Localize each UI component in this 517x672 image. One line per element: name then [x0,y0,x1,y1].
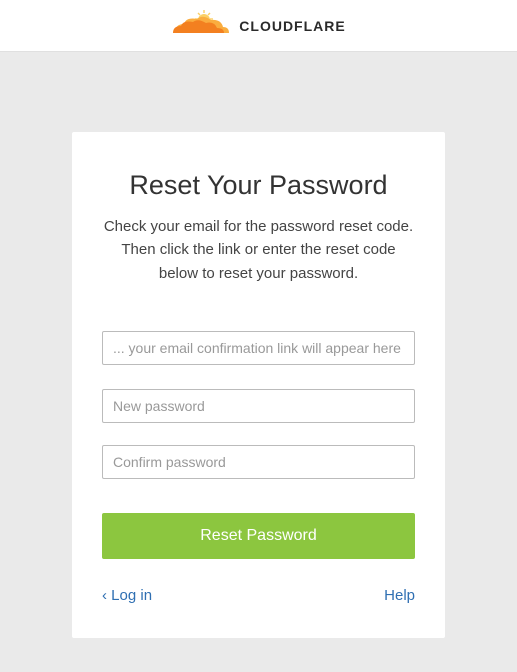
reset-code-input[interactable] [102,331,415,365]
page-title: Reset Your Password [102,170,415,201]
new-password-input[interactable] [102,389,415,423]
help-link[interactable]: Help [384,587,415,604]
reset-password-button[interactable]: Reset Password [102,513,415,559]
brand-name: CLOUDFLARE [239,18,345,34]
reset-password-card: Reset Your Password Check your email for… [72,132,445,638]
footer-links: ‹ Log in Help [102,587,415,604]
brand-logo: CLOUDFLARE [171,9,345,42]
login-link[interactable]: ‹ Log in [102,587,152,604]
cloudflare-icon [171,9,231,42]
header: CLOUDFLARE [0,0,517,52]
main-area: Reset Your Password Check your email for… [0,52,517,638]
page-subtitle: Check your email for the password reset … [102,215,415,285]
confirm-password-input[interactable] [102,445,415,479]
